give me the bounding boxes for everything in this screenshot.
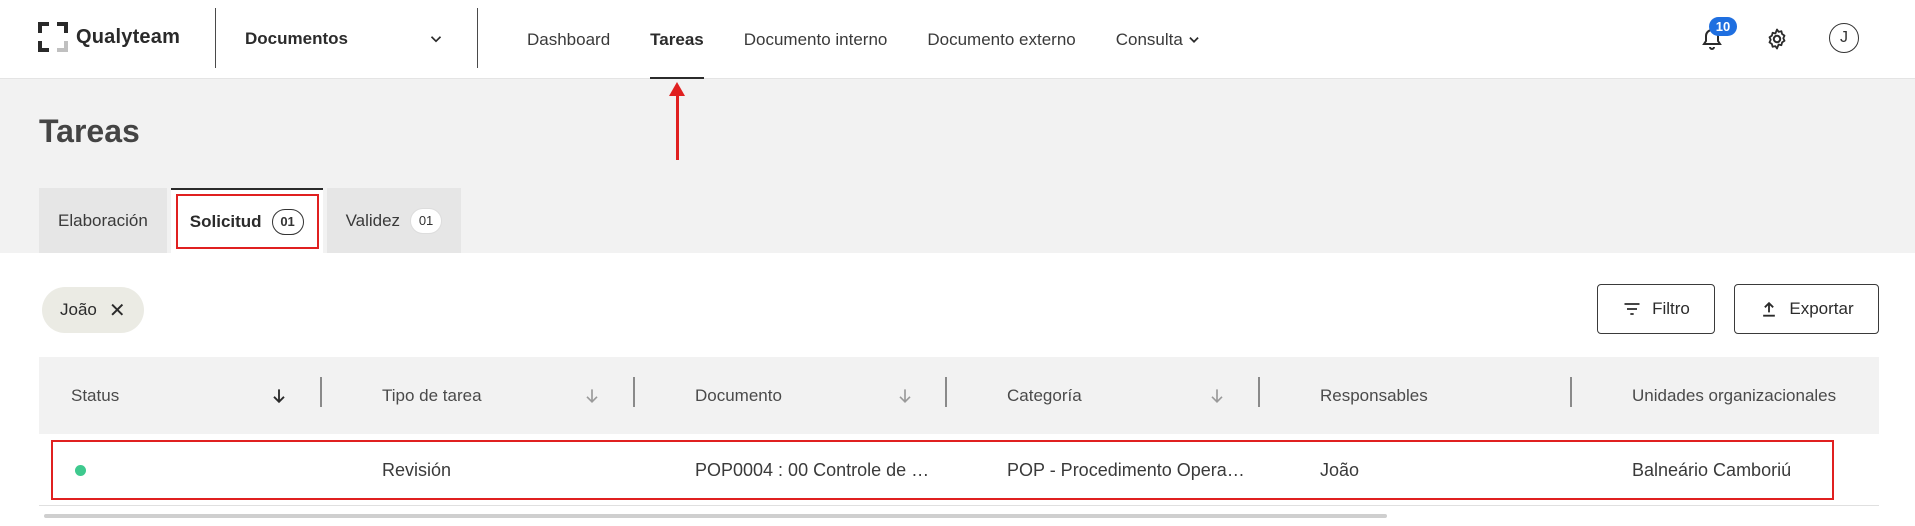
tipo-cell: Revisión: [382, 459, 452, 480]
close-icon[interactable]: ✕: [109, 298, 126, 323]
column-header-documento[interactable]: Documento: [695, 357, 782, 434]
column-responsables-label: Responsables: [1320, 385, 1428, 405]
nav-tareas-label: Tareas: [650, 29, 704, 49]
nav-documento-externo[interactable]: Documento externo: [927, 0, 1075, 79]
tab-elaboracion-label: Elaboración: [58, 210, 148, 230]
tab-solicitud-label: Solicitud: [189, 211, 262, 231]
nav-documento-interno-label: Documento interno: [743, 29, 888, 49]
module-selector-value: Documentos: [245, 29, 348, 48]
chevron-down-icon: [430, 36, 442, 43]
notification-badge: 10: [1709, 17, 1737, 36]
column-unidades-label: Unidades organizacionales: [1632, 385, 1837, 405]
column-header-responsables[interactable]: Responsables: [1320, 357, 1428, 434]
arrow-down-icon[interactable]: [582, 386, 602, 406]
nav-documento-externo-label: Documento externo: [927, 29, 1076, 49]
export-button-label: Exportar: [1789, 299, 1854, 318]
column-resizer[interactable]: [1570, 377, 1572, 407]
categoria-cell: POP - Procedimento Opera…: [1007, 459, 1245, 480]
nav-consulta[interactable]: Consulta: [1116, 0, 1201, 79]
export-button[interactable]: Exportar: [1734, 284, 1879, 334]
filter-button-label: Filtro: [1652, 299, 1690, 318]
nav-documento-interno[interactable]: Documento interno: [744, 0, 888, 79]
responsables-cell: João: [1320, 459, 1360, 480]
gear-icon[interactable]: [1765, 27, 1789, 51]
column-resizer[interactable]: [320, 377, 322, 407]
nav-dashboard[interactable]: Dashboard: [527, 0, 610, 79]
divider: [215, 8, 216, 68]
status-cell: [75, 434, 86, 506]
filter-chip-label: João: [60, 300, 97, 319]
page-title: Tareas: [39, 113, 140, 149]
arrow-down-icon[interactable]: [895, 386, 915, 406]
nav-consulta-label: Consulta: [1115, 29, 1183, 49]
logo-mark-icon: [38, 22, 68, 52]
tab-validez-count: 01: [410, 207, 443, 234]
column-categoria-label: Categoría: [1007, 385, 1082, 405]
chevron-down-icon: [1189, 36, 1199, 43]
top-navigation-bar: Qualyteam Documentos Dashboard Tareas Do…: [0, 0, 1915, 79]
arrow-down-icon[interactable]: [269, 386, 289, 406]
nav-tareas[interactable]: Tareas: [650, 0, 704, 79]
table-header: Status Tipo de tarea Documento Categoría…: [39, 357, 1879, 434]
filter-button[interactable]: Filtro: [1597, 284, 1715, 334]
brand-name: Qualyteam: [76, 25, 181, 48]
status-dot: [75, 464, 86, 476]
column-resizer[interactable]: [1258, 377, 1260, 407]
nav-dashboard-label: Dashboard: [527, 29, 611, 49]
qualyteam-logo[interactable]: Qualyteam: [38, 22, 180, 52]
column-header-categoria[interactable]: Categoría: [1007, 357, 1082, 434]
main-nav: Dashboard Tareas Documento interno Docum…: [510, 0, 1241, 79]
horizontal-scrollbar[interactable]: [44, 514, 1387, 518]
column-resizer[interactable]: [945, 377, 947, 407]
documento-cell: POP0004 : 00 Controle de …: [695, 459, 930, 480]
tab-solicitud-count: 01: [271, 208, 304, 235]
column-header-unidades[interactable]: Unidades organizacionales: [1632, 357, 1836, 434]
column-header-tipo[interactable]: Tipo de tarea: [382, 357, 482, 434]
tab-validez-label: Validez: [345, 210, 401, 230]
filter-icon: [1624, 303, 1640, 315]
unidades-cell: Balneário Camboriú: [1632, 459, 1792, 480]
table-row[interactable]: Revisión POP0004 : 00 Controle de … POP …: [39, 434, 1879, 506]
module-selector[interactable]: Documentos: [245, 24, 445, 54]
column-resizer[interactable]: [633, 377, 635, 407]
column-header-status[interactable]: Status: [71, 357, 119, 434]
divider: [477, 8, 478, 68]
upload-icon: [1763, 301, 1776, 317]
task-tabs: Elaboración Solicitud 01 Validez 01: [39, 188, 462, 253]
column-tipo-label: Tipo de tarea: [382, 385, 482, 405]
column-documento-label: Documento: [695, 385, 782, 405]
arrow-down-icon[interactable]: [1207, 386, 1227, 406]
tab-validez[interactable]: Validez 01: [326, 188, 462, 253]
tab-solicitud[interactable]: Solicitud 01: [170, 188, 323, 253]
annotation-arrow-line: [676, 94, 679, 160]
avatar[interactable]: J: [1829, 23, 1859, 53]
tab-elaboracion[interactable]: Elaboración: [39, 188, 167, 253]
filter-chip: João ✕: [42, 287, 144, 333]
column-status-label: Status: [71, 385, 120, 405]
